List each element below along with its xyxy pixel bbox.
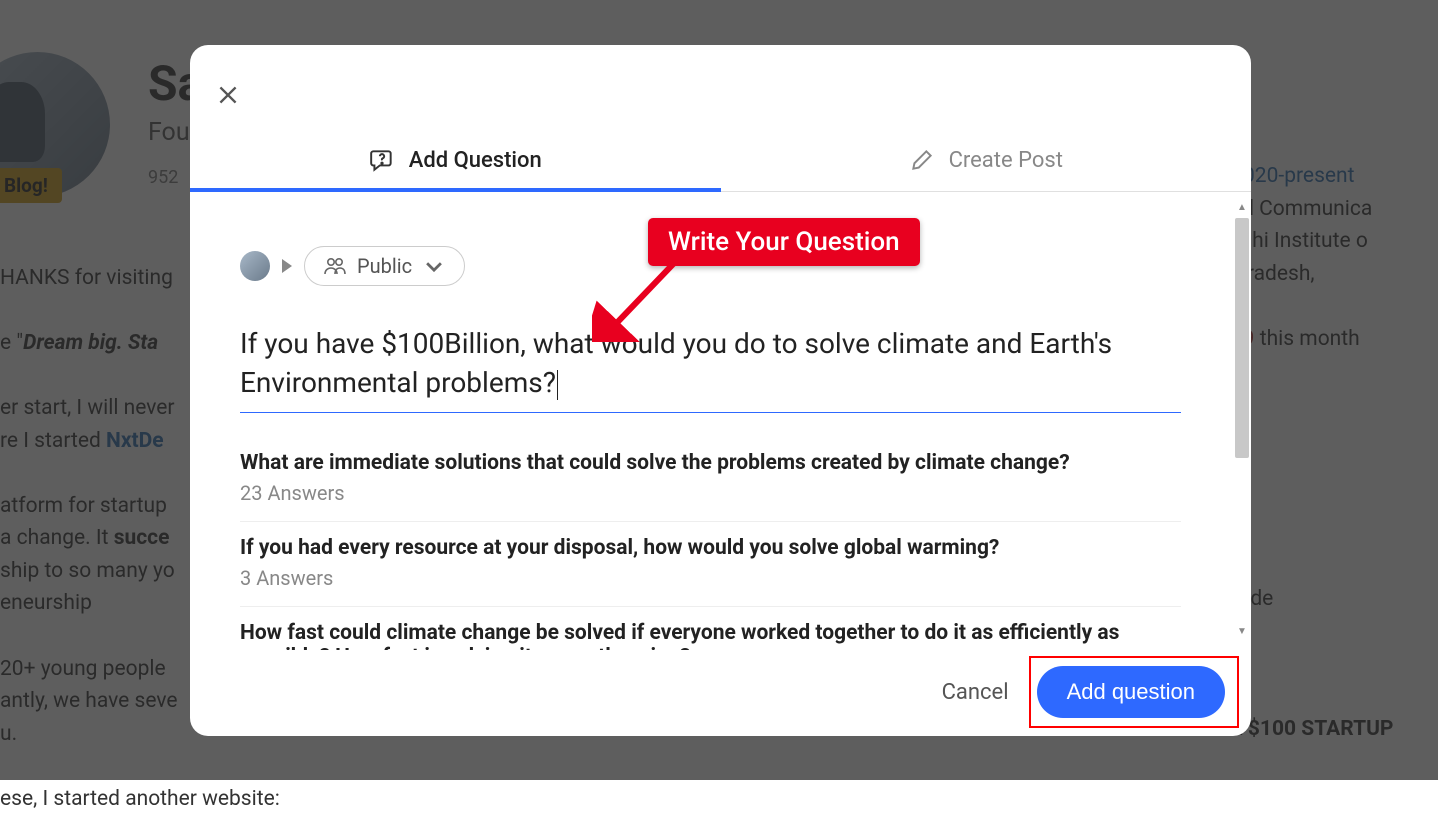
scroll-down-icon[interactable]: ▼	[1235, 626, 1249, 640]
suggestion-title: How fast could climate change be solved …	[240, 621, 1181, 650]
pencil-icon	[909, 147, 935, 173]
arrow-right-icon	[282, 259, 292, 273]
suggestion-meta: 23 Answers	[240, 481, 1181, 505]
modal-footer: Cancel Add question	[190, 650, 1251, 736]
privacy-label: Public	[357, 254, 412, 278]
scroll-up-icon[interactable]: ▲	[1235, 202, 1249, 216]
suggestion-item[interactable]: If you had every resource at your dispos…	[240, 522, 1181, 607]
scrollbar-thumb[interactable]	[1235, 218, 1249, 458]
privacy-row: Public	[240, 246, 1181, 286]
bio-line: ese, I started another website:	[0, 783, 720, 815]
add-question-modal: Add Question Create Post Public	[190, 45, 1251, 736]
privacy-selector[interactable]: Public	[304, 246, 465, 286]
question-text: If you have $100Billion, what would you …	[240, 327, 1112, 399]
suggestion-title: If you had every resource at your dispos…	[240, 536, 1181, 560]
chevron-down-icon	[422, 255, 446, 277]
suggestion-item[interactable]: What are immediate solutions that could …	[240, 437, 1181, 522]
suggestion-item[interactable]: How fast could climate change be solved …	[240, 607, 1181, 650]
question-input[interactable]: If you have $100Billion, what would you …	[240, 324, 1181, 413]
text-cursor	[557, 370, 558, 400]
add-question-button[interactable]: Add question	[1037, 666, 1225, 718]
scrollbar[interactable]: ▲ ▼	[1235, 204, 1249, 638]
modal-tabs: Add Question Create Post	[190, 131, 1251, 192]
scroll-area[interactable]: Public If you have $100Billion, what wou…	[190, 192, 1233, 650]
tab-label: Add Question	[409, 148, 542, 173]
close-button[interactable]	[208, 75, 248, 115]
suggestion-meta: 3 Answers	[240, 566, 1181, 590]
people-icon	[323, 255, 347, 277]
user-avatar-small	[240, 251, 270, 281]
question-icon	[369, 147, 395, 173]
suggestion-title: What are immediate solutions that could …	[240, 451, 1181, 475]
close-icon	[215, 82, 241, 108]
tab-label: Create Post	[949, 148, 1063, 173]
tab-add-question[interactable]: Add Question	[190, 131, 721, 191]
cancel-button[interactable]: Cancel	[936, 672, 1015, 713]
tab-create-post[interactable]: Create Post	[721, 131, 1252, 191]
modal-body: Public If you have $100Billion, what wou…	[190, 192, 1251, 650]
